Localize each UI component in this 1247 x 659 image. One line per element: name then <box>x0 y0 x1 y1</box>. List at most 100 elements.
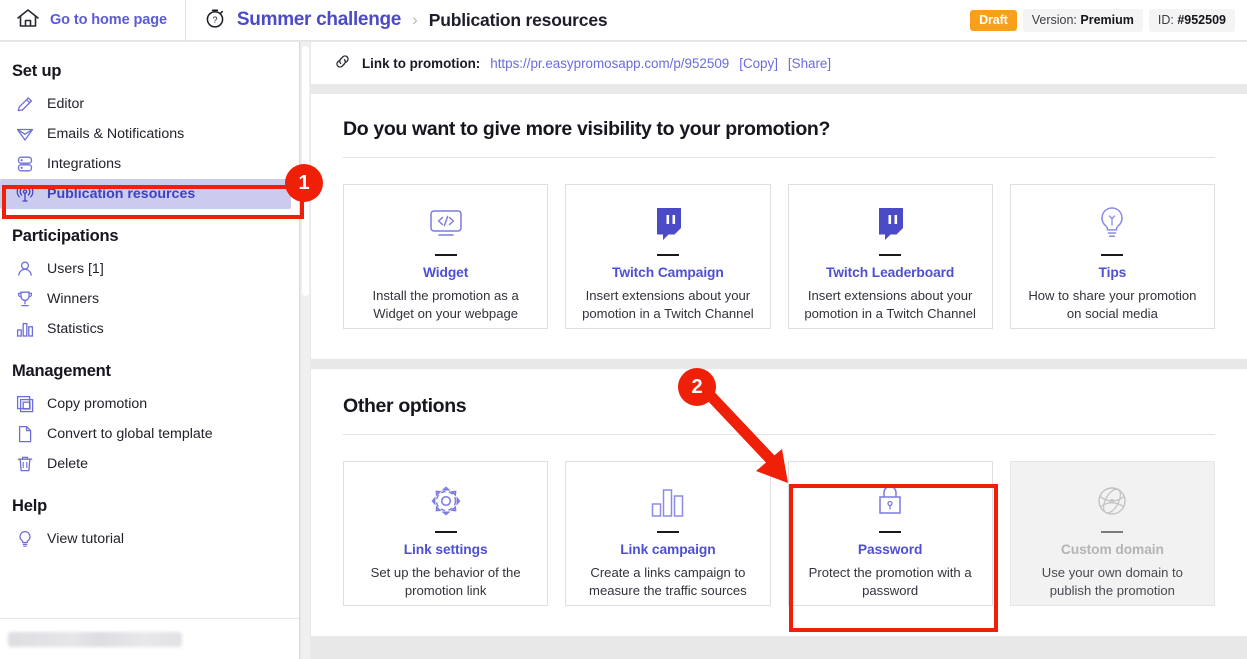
tile-custom-domain: Custom domain Use your own domain to pub… <box>1009 461 1215 606</box>
tile-title: Link settings <box>403 542 488 557</box>
sidebar-item-delete[interactable]: Delete <box>0 449 299 479</box>
top-bar: Go to home page ? Summer challenge › Pub… <box>0 0 1247 41</box>
lightbulb-icon <box>1096 202 1128 242</box>
visibility-tiles: Widget Install the promotion as a Widget… <box>343 184 1215 329</box>
tile-divider <box>879 254 902 256</box>
id-prefix: ID: <box>1157 12 1178 27</box>
tile-link-campaign[interactable]: Link campaign Create a links campaign to… <box>565 461 771 606</box>
sidebar-footer <box>0 618 299 659</box>
tile-title: Widget <box>422 265 469 280</box>
go-to-home-page-label: Go to home page <box>50 12 167 28</box>
visibility-panel-title: Do you want to give more visibility to y… <box>343 118 831 140</box>
sidebar-item-statistics[interactable]: Statistics <box>0 314 299 344</box>
sidebar-item-emails-notifications[interactable]: Emails & Notifications <box>0 119 299 149</box>
tile-title: Twitch Leaderboard <box>825 265 955 280</box>
sidebar-item-publication-resources[interactable]: Publication resources <box>0 179 291 209</box>
sidebar-item-winners[interactable]: Winners <box>0 284 299 314</box>
trash-icon <box>14 454 35 475</box>
sidebar-item-label: View tutorial <box>47 531 125 547</box>
tile-title: Tips <box>1098 265 1127 280</box>
paper-plane-icon <box>14 124 35 145</box>
tile-description: Insert extensions about your pomotion in… <box>582 288 754 321</box>
tile-title: Password <box>857 542 923 557</box>
promotion-id-chip: ID: #952509 <box>1148 8 1235 32</box>
tile-divider <box>434 531 457 533</box>
chain-link-icon <box>333 52 352 74</box>
breadcrumb-chevron-icon: › <box>412 10 418 29</box>
annotation-marker-2: 2 <box>678 368 716 406</box>
tile-description: Use your own domain to publish the promo… <box>1041 565 1183 598</box>
tile-twitch-leaderboard[interactable]: Twitch Leaderboard Insert extensions abo… <box>787 184 993 329</box>
tile-divider <box>656 254 679 256</box>
gear-icon <box>428 479 464 519</box>
tile-divider <box>1101 254 1124 256</box>
broadcast-antenna-icon <box>14 184 35 205</box>
sidebar-item-label: Integrations <box>47 156 122 172</box>
annotation-marker-1: 1 <box>285 164 323 202</box>
other-options-tiles: Link settings Set up the behavior of the… <box>343 461 1215 606</box>
tile-description: How to share your promotion on social me… <box>1028 288 1197 321</box>
server-icon <box>14 154 35 175</box>
tile-widget[interactable]: Widget Install the promotion as a Widget… <box>343 184 549 329</box>
go-to-home-page-button[interactable]: Go to home page <box>0 0 186 41</box>
code-window-icon <box>426 202 466 242</box>
tile-link-settings[interactable]: Link settings Set up the behavior of the… <box>343 461 549 606</box>
document-icon <box>14 424 35 445</box>
sidebar-item-integrations[interactable]: Integrations <box>0 149 299 179</box>
sidebar-item-label: Convert to global template <box>47 426 213 442</box>
sidebar-item-copy-promotion[interactable]: Copy promotion <box>0 389 299 419</box>
promotion-url-link[interactable]: https://pr.easypromosapp.com/p/952509 <box>490 56 729 71</box>
tile-divider <box>656 531 679 533</box>
tile-password[interactable]: Password Protect the promotion with a pa… <box>787 461 993 606</box>
sidebar-section-title-participations: Participations <box>12 227 119 245</box>
sidebar-item-label: Copy promotion <box>47 396 148 412</box>
visibility-panel: Do you want to give more visibility to y… <box>311 94 1247 359</box>
sidebar-item-label: Delete <box>47 456 89 472</box>
tile-divider <box>434 254 457 256</box>
copy-link-button[interactable]: [Copy] <box>739 56 778 71</box>
version-value: Premium <box>1080 12 1134 27</box>
sidebar-item-editor[interactable]: Editor <box>0 89 299 119</box>
tile-description: Set up the behavior of the promotion lin… <box>370 565 521 598</box>
sidebar-item-label: Editor <box>47 96 85 112</box>
sidebar-item-convert-to-global-template[interactable]: Convert to global template <box>0 419 299 449</box>
user-icon <box>14 259 35 280</box>
other-options-panel: Other options Link settings Set up the b… <box>311 369 1247 636</box>
sidebar-item-users[interactable]: Users [1] <box>0 254 299 284</box>
share-link-button[interactable]: [Share] <box>788 56 831 71</box>
sidebar-item-label: Users [1] <box>47 261 104 277</box>
promotion-link-bar: Link to promotion: https://pr.easypromos… <box>311 42 1247 84</box>
tile-description: Protect the promotion with a password <box>808 565 972 598</box>
version-chip: Version: Premium <box>1022 8 1143 32</box>
tile-description: Create a links campaign to measure the t… <box>589 565 747 598</box>
tile-title: Twitch Campaign <box>612 265 724 280</box>
bar-chart-icon <box>649 479 687 519</box>
id-value: #952509 <box>1177 12 1226 27</box>
sidebar-scrollbar-track[interactable] <box>301 42 310 659</box>
other-options-title: Other options <box>343 395 467 417</box>
bar-chart-icon <box>14 319 35 340</box>
tile-twitch-campaign[interactable]: Twitch Campaign Insert extensions about … <box>565 184 771 329</box>
lock-icon <box>875 479 905 519</box>
sidebar-section-title-management: Management <box>12 362 111 380</box>
divider <box>343 157 1215 158</box>
app-root: Go to home page ? Summer challenge › Pub… <box>0 0 1247 659</box>
sidebar-item-view-tutorial[interactable]: View tutorial <box>0 524 299 554</box>
sidebar-section-title-setup: Set up <box>12 62 62 80</box>
top-bar-meta: Draft Version: Premium ID: #952509 <box>970 8 1247 32</box>
sidebar-item-label: Winners <box>47 291 100 307</box>
version-prefix: Version: <box>1031 12 1081 27</box>
link-to-promotion-label: Link to promotion: <box>362 55 481 71</box>
home-icon <box>16 7 40 34</box>
tile-divider <box>879 531 902 533</box>
breadcrumb: ? Summer challenge › Publication resourc… <box>186 7 608 34</box>
tile-title: Custom domain <box>1060 542 1164 557</box>
tile-tips[interactable]: Tips How to share your promotion on soci… <box>1009 184 1215 329</box>
copy-icon <box>14 394 35 415</box>
pencil-icon <box>14 94 35 115</box>
breadcrumb-project-link[interactable]: Summer challenge <box>237 9 401 31</box>
sidebar-footer-placeholder <box>8 631 182 647</box>
